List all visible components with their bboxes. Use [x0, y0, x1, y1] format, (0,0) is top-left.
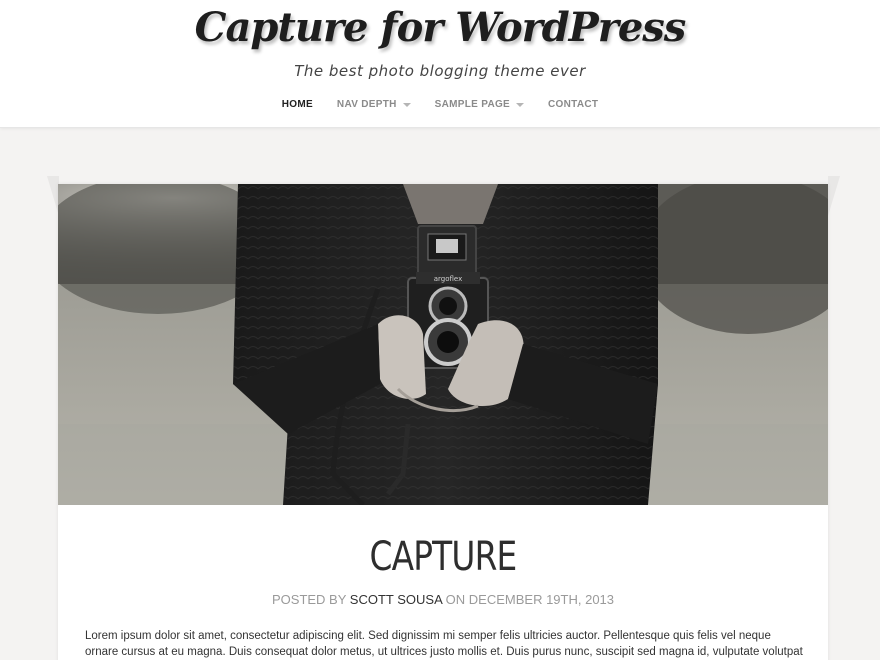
nav-item-nav-depth[interactable]: NAV DEPTH — [325, 99, 423, 110]
nav-item-home[interactable]: HOME — [270, 99, 325, 110]
byline-prefix: POSTED BY — [271, 592, 347, 607]
nav-item-contact[interactable]: CONTACT — [536, 99, 610, 110]
main-nav: HOME NAV DEPTH SAMPLE PAGE CONTACT — [0, 99, 880, 110]
post-byline: POSTED BY SCOTT SOUSA ON DECEMBER 19TH, … — [58, 592, 828, 607]
nav-item-label: NAV DEPTH — [336, 99, 397, 110]
corner-fold-right — [828, 176, 840, 216]
camera-brand-label: argoflex — [434, 275, 463, 283]
chevron-down-icon — [516, 102, 525, 107]
byline-on: ON — [445, 592, 466, 607]
nav-item-sample-page[interactable]: SAMPLE PAGE — [423, 99, 536, 110]
post-date: DECEMBER 19TH, 2013 — [468, 592, 615, 607]
nav-item-label: CONTACT — [548, 99, 599, 110]
chevron-down-icon — [402, 102, 411, 107]
post-excerpt: Lorem ipsum dolor sit amet, consectetur … — [85, 630, 803, 658]
author-link[interactable]: SCOTT SOUSA — [350, 592, 442, 607]
camera-photo-illustration: argoflex — [58, 184, 828, 505]
site-tagline: The best photo blogging theme ever — [294, 62, 586, 80]
post-title[interactable]: CAPTURE — [127, 534, 758, 580]
site-header: Capture for WordPress The best photo blo… — [0, 0, 880, 128]
featured-image[interactable]: argoflex — [58, 184, 828, 505]
nav-item-label: HOME — [281, 99, 313, 110]
site-title[interactable]: Capture for WordPress — [0, 4, 880, 51]
nav-item-label: SAMPLE PAGE — [434, 99, 511, 110]
post-card: argoflex CAPTURE POSTED BY SCOTT SOUSA O… — [58, 184, 828, 660]
